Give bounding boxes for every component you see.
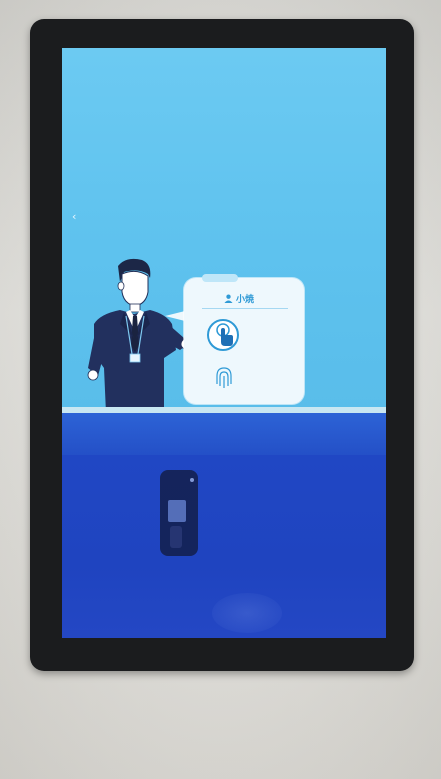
phone-reflection [160, 470, 198, 556]
businessman-illustration [87, 258, 190, 413]
card-header: 小焼 [224, 292, 254, 305]
chevron-left-icon[interactable]: ‹ [72, 211, 76, 222]
speech-card: 小焼 [184, 274, 304, 404]
screen-divider-dark [62, 413, 386, 455]
card-title: 小焼 [236, 295, 255, 305]
fingerprint-icon[interactable] [214, 366, 234, 390]
screen-glare [212, 593, 282, 633]
card-tab [202, 274, 238, 282]
card-divider [202, 308, 288, 309]
user-icon [224, 294, 233, 303]
tap-hand-icon[interactable] [206, 318, 240, 352]
kiosk-screen: ‹ 小焼 [62, 48, 386, 638]
